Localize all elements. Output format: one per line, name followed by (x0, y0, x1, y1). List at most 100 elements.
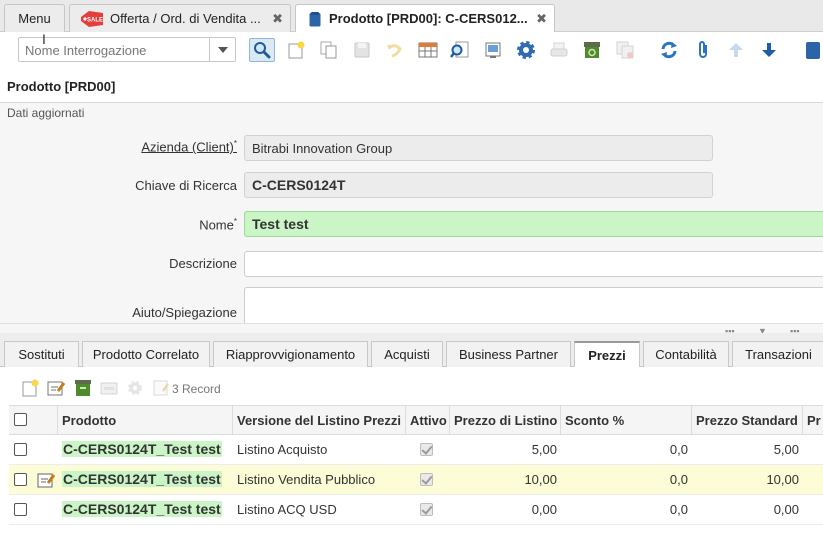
arrow-up-icon (729, 43, 743, 57)
close-icon[interactable]: ✖ (272, 11, 283, 27)
status-text: Dati aggiornati (7, 106, 85, 120)
description-field[interactable] (244, 251, 823, 277)
column-header-active[interactable]: Attivo (406, 406, 450, 435)
search-button[interactable] (249, 38, 275, 62)
tab-prodotto-correlato[interactable]: Prodotto Correlato (82, 341, 210, 367)
text-cursor-icon: I (42, 31, 46, 47)
required-mark: * (233, 217, 237, 226)
save-button[interactable] (349, 38, 375, 62)
select-all-checkbox[interactable] (14, 413, 27, 426)
attachment-button[interactable] (690, 38, 716, 62)
product-cell[interactable]: C-CERS0124T_Test test (58, 465, 233, 494)
product-value: C-CERS0124T_Test test (62, 441, 222, 457)
search-key-label: Chiave di Ricerca (135, 178, 237, 193)
grid-header: Prodotto Versione del Listino Prezzi Att… (9, 405, 823, 435)
table-row[interactable]: C-CERS0124T_Test test Listino Acquisto 5… (9, 435, 823, 465)
column-header-standard-price[interactable]: Prezzo Standard (692, 406, 803, 435)
undo-button[interactable] (381, 38, 407, 62)
attachment-copy-icon (616, 41, 634, 59)
new-record-icon[interactable] (21, 379, 39, 397)
product-info-button[interactable] (800, 38, 823, 62)
help-label: Aiuto/Spiegazione (132, 305, 237, 320)
print-button[interactable] (546, 38, 572, 62)
standard-price-cell[interactable]: 0,00 (692, 495, 803, 524)
delete-icon[interactable] (100, 379, 118, 397)
prices-grid: Prodotto Versione del Listino Prezzi Att… (0, 405, 823, 547)
discount-cell[interactable]: 0,0 (561, 435, 692, 464)
sale-tag-text: SALE (87, 18, 103, 24)
tab-business-partner[interactable]: Business Partner (446, 341, 571, 367)
list-price-cell[interactable]: 5,00 (450, 435, 561, 464)
tab-acquisti[interactable]: Acquisti (371, 341, 443, 367)
name-field[interactable]: Test test (244, 211, 823, 237)
zoom-icon (450, 41, 469, 58)
detail-tab-bar: Sostituti Prodotto Correlato Riapprovvig… (0, 333, 823, 368)
window-tab-bar: Menu SALE Offerta / Ord. di Vendita ... … (0, 0, 823, 33)
tab-menu-label: Menu (18, 11, 51, 26)
table-row[interactable]: C-CERS0124T_Test test Listino ACQ USD 0,… (9, 495, 823, 525)
zoom-button[interactable] (447, 38, 473, 62)
product-cell[interactable]: C-CERS0124T_Test test (58, 495, 233, 524)
price-list-version-cell[interactable]: Listino Acquisto (233, 435, 406, 464)
tab-sales-order[interactable]: SALE Offerta / Ord. di Vendita ... ✖ (69, 4, 291, 32)
standard-price-cell[interactable]: 10,00 (692, 465, 803, 494)
column-header-discount[interactable]: Sconto % (561, 406, 692, 435)
price-list-version-cell[interactable]: Listino ACQ USD (233, 495, 406, 524)
tab-sostituti[interactable]: Sostituti (4, 341, 79, 367)
tab-prezzi[interactable]: Prezzi (574, 341, 640, 368)
required-mark: * (233, 139, 237, 148)
client-field[interactable]: Bitrabi Innovation Group (244, 135, 713, 161)
column-header-price-list-version[interactable]: Versione del Listino Prezzi (233, 406, 406, 435)
process-gear-icon[interactable] (126, 379, 144, 397)
search-key-field[interactable]: C-CERS0124T (244, 172, 713, 198)
previous-record-button[interactable] (723, 38, 749, 62)
new-record-button[interactable] (283, 38, 309, 62)
archive-button[interactable] (579, 38, 605, 62)
print-icon (550, 42, 568, 57)
copy-record-button[interactable] (316, 38, 342, 62)
discount-cell[interactable]: 0,0 (561, 495, 692, 524)
product-value: C-CERS0124T_Test test (62, 471, 222, 487)
tab-transazioni[interactable]: Transazioni (732, 341, 823, 367)
discount-cell[interactable]: 0,0 (561, 465, 692, 494)
archive-icon[interactable] (74, 379, 92, 397)
next-record-button[interactable] (756, 38, 782, 62)
tab-riapprovvigionamento[interactable]: Riapprovvigionamento (213, 341, 368, 367)
attachment-copy-button[interactable] (612, 38, 638, 62)
window-title: Prodotto [PRD00] (7, 79, 116, 94)
report-button[interactable] (480, 38, 506, 62)
paperclip-icon (699, 41, 707, 58)
refresh-button[interactable] (656, 38, 682, 62)
column-header-limit-price[interactable]: Pr (803, 406, 823, 435)
process-button[interactable] (513, 38, 539, 62)
record-form: Azienda (Client)* Bitrabi Innovation Gro… (0, 125, 823, 327)
row-checkbox[interactable] (14, 503, 27, 516)
active-checkbox (420, 503, 433, 516)
chevron-down-icon[interactable] (209, 38, 235, 61)
close-icon[interactable]: ✖ (536, 11, 547, 27)
list-price-cell[interactable]: 10,00 (450, 465, 561, 494)
help-field[interactable] (244, 287, 823, 327)
table-row[interactable]: C-CERS0124T_Test test Listino Vendita Pu… (9, 465, 823, 495)
column-header-list-price[interactable]: Prezzo di Listino (450, 406, 561, 435)
edit-row-icon[interactable] (37, 471, 55, 489)
save-icon (354, 42, 370, 58)
price-list-version-cell[interactable]: Listino Vendita Pubblico (233, 465, 406, 494)
list-price-cell[interactable]: 0,00 (450, 495, 561, 524)
row-checkbox[interactable] (14, 473, 27, 486)
product-cell[interactable]: C-CERS0124T_Test test (58, 435, 233, 464)
edit-record-icon[interactable] (47, 379, 65, 397)
grid-toggle-icon (418, 42, 438, 58)
tab-menu[interactable]: Menu (4, 4, 65, 32)
row-checkbox[interactable] (14, 443, 27, 456)
sale-tag-icon: SALE (79, 10, 105, 31)
standard-price-cell[interactable]: 5,00 (692, 435, 803, 464)
column-header-product[interactable]: Prodotto (58, 406, 233, 435)
tab-contabilita[interactable]: Contabilità (643, 341, 729, 367)
client-label[interactable]: Azienda (Client)* (141, 139, 237, 154)
archive-icon (584, 42, 600, 58)
tab-product[interactable]: Prodotto [PRD00]: C-CERS012... ✖ (295, 4, 555, 33)
query-select[interactable]: Nome Interrogazione (18, 37, 236, 62)
grid-toggle-button[interactable] (415, 38, 441, 62)
panel-splitter[interactable]: ▪▪▪ ▼ ▪▪▪ (0, 323, 823, 336)
